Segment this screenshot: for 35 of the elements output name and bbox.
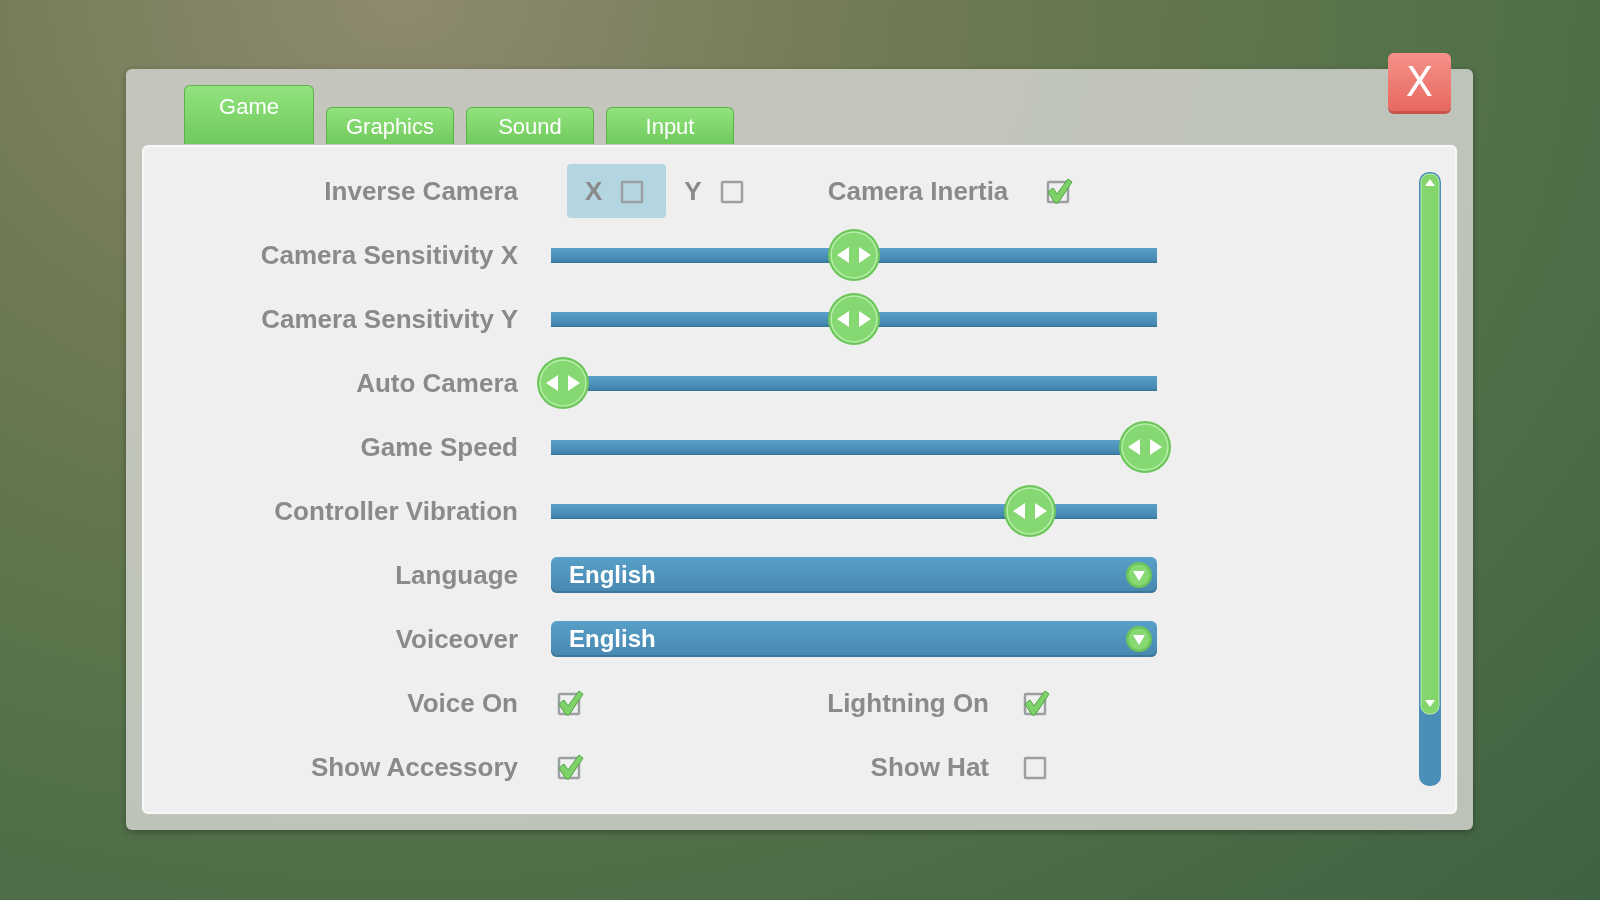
setting-label: Game Speed bbox=[360, 431, 518, 463]
close-button[interactable]: X bbox=[1388, 53, 1451, 111]
setting-label: Voiceover bbox=[395, 623, 518, 655]
slider-thumb[interactable] bbox=[827, 228, 881, 282]
option-highlight[interactable]: X bbox=[567, 164, 667, 218]
dropdown[interactable]: English bbox=[551, 621, 1157, 657]
checkbox[interactable] bbox=[1044, 176, 1075, 206]
tab[interactable]: Input bbox=[606, 107, 734, 145]
checkbox[interactable] bbox=[555, 688, 585, 718]
dropdown[interactable]: English bbox=[551, 557, 1157, 593]
checkbox[interactable] bbox=[1021, 688, 1051, 718]
setting-label: Show Hat bbox=[870, 751, 989, 783]
setting-label: Language bbox=[395, 559, 518, 591]
tab[interactable]: Graphics bbox=[326, 107, 454, 145]
option-label: X bbox=[585, 175, 603, 207]
chevron-down-icon bbox=[1125, 625, 1153, 653]
checkbox[interactable] bbox=[555, 752, 585, 782]
slider-thumb[interactable] bbox=[1117, 420, 1172, 474]
tab[interactable]: Sound bbox=[466, 107, 594, 145]
setting-label: Show Accessory bbox=[310, 751, 518, 783]
option-label: Y bbox=[684, 175, 702, 207]
setting-label: Auto Camera bbox=[356, 367, 518, 399]
slider-thumb[interactable] bbox=[536, 356, 591, 410]
setting-label: Camera Sensitivity X bbox=[260, 239, 518, 271]
slider-thumb[interactable] bbox=[1002, 484, 1057, 538]
setting-label: Camera Sensitivity Y bbox=[261, 303, 518, 335]
slider-thumb[interactable] bbox=[827, 292, 881, 346]
setting-label: Inverse Camera bbox=[324, 175, 518, 207]
tab[interactable]: Game bbox=[184, 85, 314, 145]
setting-label: Camera Inertia bbox=[827, 175, 1009, 207]
setting-label: Controller Vibration bbox=[274, 495, 518, 527]
setting-label: Voice On bbox=[407, 687, 518, 719]
chevron-down-icon bbox=[1125, 561, 1153, 589]
scrollbar[interactable] bbox=[1419, 172, 1441, 786]
setting-label: Lightning On bbox=[827, 687, 989, 719]
